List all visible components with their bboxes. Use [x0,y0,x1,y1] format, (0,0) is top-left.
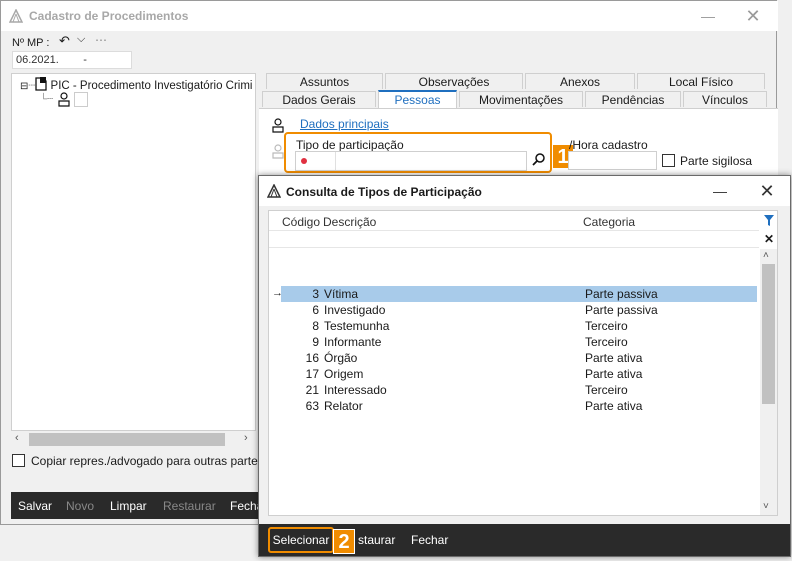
tree-root-row[interactable]: ⊟┄ PIC - Procedimento Investigatório Cri… [20,77,253,92]
salvar-button[interactable]: Salvar [18,499,52,513]
modal-title: Consulta de Tipos de Participação [286,185,482,199]
table-row[interactable]: 21 Interessado Terceiro [281,382,757,398]
copiar-checkbox[interactable] [12,454,25,467]
dados-principais-link[interactable]: Dados principais [300,117,389,131]
chevron-down-icon[interactable]: ⌵ [77,33,85,46]
clear-filter-icon[interactable]: ✕ [764,232,774,246]
mp-number-input[interactable]: 06.2021. - [12,51,132,69]
tab-pessoas[interactable]: Pessoas [378,90,457,108]
tab-anexos[interactable]: Anexos [525,73,635,89]
tree-child-label [74,92,88,107]
table-row[interactable]: 16 Órgão Parte ativa [281,350,757,366]
person-icon[interactable] [272,118,284,133]
tab-assuntos[interactable]: Assuntos [266,73,383,89]
minimize-button[interactable]: — [698,6,718,26]
modal-minimize-button[interactable]: — [710,181,730,201]
modal-title-bar: Consulta de Tipos de Participação — ✕ [259,176,790,206]
mp-label: Nº MP : [12,37,50,49]
procedure-tree[interactable]: ⊟┄ PIC - Procedimento Investigatório Cri… [11,73,256,431]
callout-badge-2: 2 [333,529,355,554]
scroll-thumb[interactable] [29,433,225,446]
tab-pendencias[interactable]: Pendências [585,91,681,107]
callout-highlight-1 [284,132,552,173]
consulta-modal: Consulta de Tipos de Participação — ✕ Có… [258,175,791,557]
hora-cadastro-label: /Hora cadastro [569,138,648,152]
person-disabled-icon [272,144,284,159]
document-icon [35,77,47,91]
filter-row[interactable] [269,230,759,248]
scroll-down-icon[interactable]: ˅ [763,501,769,512]
scroll-up-icon[interactable]: ˄ [763,250,769,261]
novo-button[interactable]: Novo [66,499,94,513]
parte-sigilosa-label: Parte sigilosa [680,154,753,168]
grid-vertical-scrollbar[interactable]: ˄ ˅ [760,249,777,515]
table-row[interactable]: 8 Testemunha Terceiro [281,318,757,334]
modal-restaurar-button[interactable]: staurar [358,533,395,547]
tipos-grid[interactable]: Código Descrição Categoria ✕ → 3 Vítima … [268,210,778,516]
parte-sigilosa-checkbox[interactable] [662,154,675,167]
main-window-title: Cadastro de Procedimentos [29,9,189,23]
more-icon[interactable]: ⋯ [95,33,107,47]
close-button[interactable]: ✕ [743,6,763,26]
tab-local-fisico[interactable]: Local Físico [637,73,765,89]
limpar-button[interactable]: Limpar [110,499,147,513]
table-row[interactable]: 63 Relator Parte ativa [281,398,757,414]
tree-horizontal-scrollbar[interactable]: ‹ › [11,431,256,448]
restaurar-button[interactable]: Restaurar [163,499,216,513]
person-icon[interactable] [57,92,71,107]
tab-vinculos[interactable]: Vínculos [683,91,767,107]
scroll-right-icon[interactable]: › [244,432,248,444]
table-row[interactable]: 3 Vítima Parte passiva [281,286,757,302]
tree-root-label: PIC - Procedimento Investigatório Crimi [50,80,253,92]
table-row[interactable]: 17 Origem Parte ativa [281,366,757,382]
modal-footer-toolbar: Selecionar 2 staurar Fechar [259,524,790,556]
app-logo-icon [9,9,23,23]
hora-cadastro-input[interactable] [568,151,657,170]
modal-fechar-button[interactable]: Fechar [411,533,448,547]
filter-icon[interactable] [763,214,775,227]
undo-icon[interactable]: ↶ [59,33,70,49]
table-row[interactable]: 6 Investigado Parte passiva [281,302,757,318]
tab-movimentacoes[interactable]: Movimentações [459,91,583,107]
column-header-codigo[interactable]: Código [282,215,320,229]
scroll-thumb[interactable] [762,264,775,404]
selecionar-button[interactable]: Selecionar [268,527,334,553]
tab-dados-gerais[interactable]: Dados Gerais [262,91,376,107]
copiar-label: Copiar repres./advogado para outras part… [31,454,264,468]
tab-observacoes[interactable]: Observações [385,73,523,89]
table-row[interactable]: 9 Informante Terceiro [281,334,757,350]
modal-close-button[interactable]: ✕ [757,181,777,201]
main-title-bar: Cadastro de Procedimentos — ✕ [1,1,778,31]
scroll-left-icon[interactable]: ‹ [15,432,19,444]
column-header-categoria[interactable]: Categoria [583,215,635,229]
column-header-descricao[interactable]: Descrição [323,215,376,229]
app-logo-icon [267,184,281,198]
